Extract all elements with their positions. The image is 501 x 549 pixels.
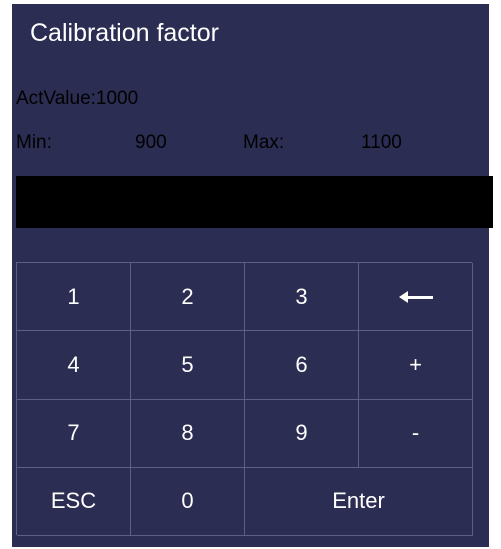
key-7[interactable]: 7 bbox=[17, 399, 131, 468]
plus-button[interactable]: + bbox=[359, 331, 473, 400]
key-1[interactable]: 1 bbox=[17, 263, 131, 332]
max-value: 1100 bbox=[361, 132, 402, 153]
key-6[interactable]: 6 bbox=[245, 331, 359, 400]
value-input-display[interactable]: 1000 bbox=[16, 176, 493, 228]
dialog-title: Calibration factor bbox=[30, 19, 219, 47]
key-3[interactable]: 3 bbox=[245, 263, 359, 332]
backspace-button[interactable] bbox=[359, 263, 473, 332]
max-label: Max: bbox=[243, 132, 285, 153]
minus-button[interactable]: - bbox=[359, 399, 473, 468]
numeric-keypad: 1 2 3 4 5 6 + 7 8 9 - ESC 0 Enter bbox=[16, 262, 473, 536]
left-arrow-icon bbox=[398, 290, 433, 304]
input-value: 1000 bbox=[230, 189, 279, 214]
key-4[interactable]: 4 bbox=[17, 331, 131, 400]
key-2[interactable]: 2 bbox=[131, 263, 245, 332]
key-0[interactable]: 0 bbox=[131, 467, 245, 536]
key-9[interactable]: 9 bbox=[245, 399, 359, 468]
min-value: 900 bbox=[135, 132, 167, 153]
enter-button[interactable]: Enter bbox=[245, 467, 473, 536]
esc-button[interactable]: ESC bbox=[17, 467, 131, 536]
actual-value-label: ActValue:1000 bbox=[16, 88, 139, 109]
key-5[interactable]: 5 bbox=[131, 331, 245, 400]
min-label: Min: bbox=[16, 132, 52, 153]
key-8[interactable]: 8 bbox=[131, 399, 245, 468]
